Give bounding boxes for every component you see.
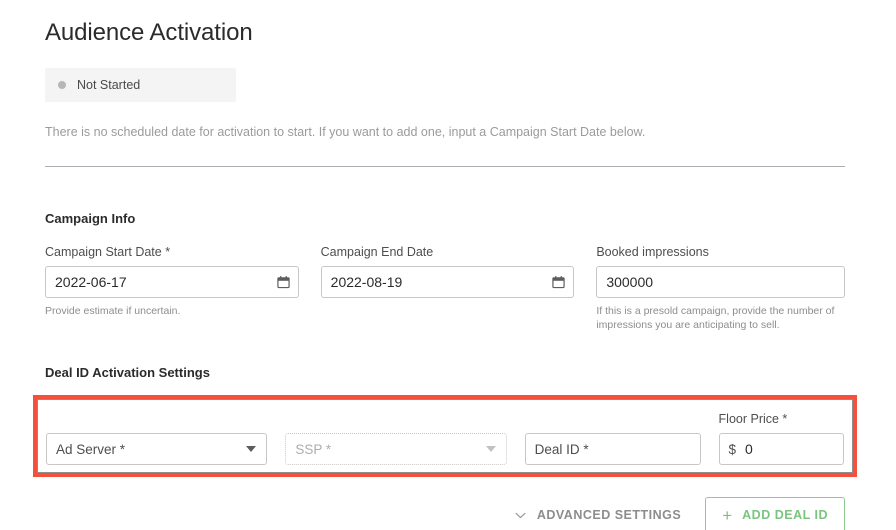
audience-activation-page: Audience Activation Not Started There is… [0, 0, 896, 530]
ad-server-select[interactable]: Ad Server * [46, 433, 268, 465]
status-dot-icon [58, 81, 66, 89]
campaign-end-date-wrapper [320, 266, 575, 298]
campaign-start-date-label: Campaign Start Date * [45, 245, 171, 259]
deal-id-row: Ad Server * SSP * Deal ID * Floor Price … [37, 412, 853, 465]
campaign-start-date-helper: Provide estimate if uncertain. [45, 305, 181, 317]
status-badge: Not Started [45, 68, 236, 102]
deal-row-highlight: Ad Server * SSP * Deal ID * Floor Price … [33, 395, 857, 477]
ad-server-placeholder: Ad Server * [56, 441, 126, 457]
chevron-down-icon [485, 446, 496, 452]
chevron-down-icon [515, 512, 526, 518]
deal-id-group: Deal ID * [524, 433, 701, 465]
page-content: Audience Activation Not Started There is… [33, 0, 857, 530]
page-title: Audience Activation [45, 19, 253, 46]
booked-impressions-group: Booked impressions If this is a presold … [596, 245, 846, 332]
floor-price-group: Floor Price * $ [718, 412, 845, 465]
booked-impressions-label: Booked impressions [596, 245, 709, 259]
plus-icon: + [722, 505, 733, 525]
campaign-end-date-group: Campaign End Date [320, 245, 575, 332]
ssp-select[interactable]: SSP * [285, 433, 507, 465]
ssp-group: SSP * [285, 433, 507, 465]
deal-settings-heading: Deal ID Activation Settings [45, 365, 210, 380]
add-deal-id-label: ADD DEAL ID [742, 508, 828, 522]
add-deal-id-button[interactable]: + ADD DEAL ID [705, 497, 845, 530]
floor-price-label: Floor Price * [718, 412, 788, 426]
section-divider [45, 166, 845, 167]
deal-id-placeholder: Deal ID * [534, 441, 589, 457]
campaign-start-date-input[interactable] [45, 266, 299, 298]
activation-description: There is no scheduled date for activatio… [45, 125, 646, 139]
booked-impressions-input[interactable] [596, 266, 846, 298]
floor-price-input[interactable] [745, 441, 835, 457]
campaign-info-heading: Campaign Info [45, 211, 136, 226]
campaign-start-date-wrapper [45, 266, 299, 298]
campaign-end-date-label: Campaign End Date [320, 245, 434, 259]
status-badge-label: Not Started [77, 77, 141, 92]
chevron-down-icon [246, 446, 257, 452]
campaign-info-fields: Campaign Start Date * Provide estimate i… [45, 245, 846, 332]
deal-id-input[interactable]: Deal ID * [524, 433, 701, 465]
booked-impressions-helper: If this is a presold campaign, provide t… [596, 305, 835, 331]
campaign-end-date-input[interactable] [320, 266, 575, 298]
deal-actions-row: ADVANCED SETTINGS + ADD DEAL ID [45, 497, 845, 530]
advanced-settings-label: ADVANCED SETTINGS [536, 508, 682, 522]
currency-symbol: $ [728, 441, 737, 457]
floor-price-wrapper: $ [718, 433, 845, 465]
ssp-placeholder: SSP * [295, 441, 332, 457]
campaign-start-date-group: Campaign Start Date * Provide estimate i… [45, 245, 299, 332]
advanced-settings-toggle[interactable]: ADVANCED SETTINGS [515, 508, 681, 522]
ad-server-group: Ad Server * [46, 433, 268, 465]
